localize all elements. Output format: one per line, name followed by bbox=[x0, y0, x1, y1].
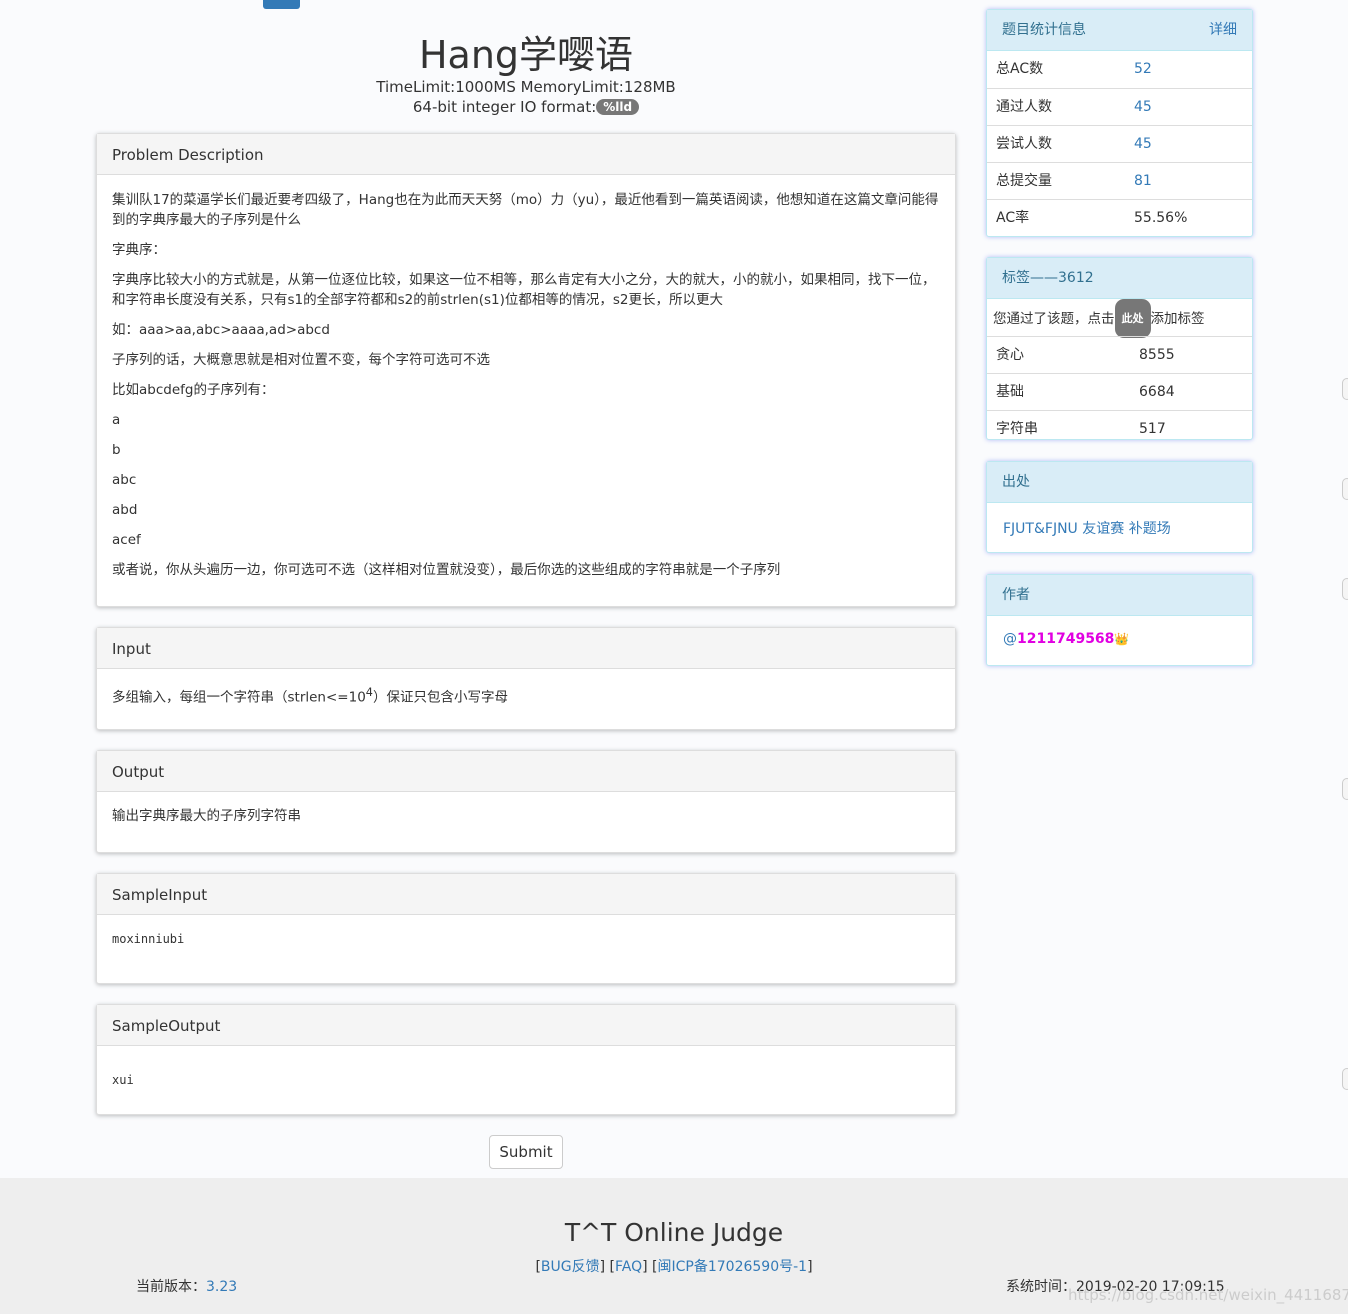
source-heading: 出处 bbox=[987, 462, 1252, 503]
input-body: 多组输入，每组一个字符串（strlen<=104）保证只包含小写字母 bbox=[97, 669, 955, 723]
edge-handle[interactable] bbox=[1342, 1068, 1348, 1090]
description-paragraph: abd bbox=[112, 502, 138, 518]
stat-label: AC率 bbox=[996, 210, 1030, 226]
description-paragraph: b bbox=[112, 442, 121, 458]
tag-label: 基础 bbox=[996, 384, 1024, 400]
io-format-badge: %lld bbox=[596, 99, 640, 115]
output-body: 输出字典序最大的子序列字符串 bbox=[112, 808, 301, 824]
stat-label: 通过人数 bbox=[996, 99, 1052, 115]
sample-input-body: moxinniubi bbox=[112, 932, 185, 946]
author-at: @ bbox=[1003, 631, 1017, 647]
description-paragraph: 字典序： bbox=[112, 242, 166, 258]
tag-label: 贪心 bbox=[996, 347, 1024, 363]
footer: T^T Online Judge [BUG反馈] [FAQ] [闽ICP备170… bbox=[0, 1178, 1348, 1314]
watermark: https://blog.csdn.net/weixin_44116873 bbox=[1068, 1286, 1348, 1304]
sample-output-body: xui bbox=[112, 1073, 134, 1087]
stat-label: 总AC数 bbox=[996, 61, 1044, 77]
description-paragraph: 字典序比较大小的方式就是，从第一位逐位比较，如果这一位不相等，那么肯定有大小之分… bbox=[112, 272, 936, 308]
top-nav-button[interactable] bbox=[263, 0, 300, 9]
tag-row: 基础 6684 bbox=[987, 373, 1252, 410]
author-panel: 作者 @1211749568👑 bbox=[986, 574, 1253, 666]
tag-label: 字符串 bbox=[996, 421, 1038, 437]
faq-link[interactable]: FAQ bbox=[615, 1259, 642, 1275]
description-paragraph: 如：aaa>aa,abc>aaaa,ad>abcd bbox=[112, 322, 330, 338]
tags-note: 您通过了该题，点击 此处 添加标签 bbox=[987, 299, 1252, 338]
author-link[interactable]: 1211749568 bbox=[1017, 631, 1114, 647]
tags-note-tail: 添加标签 bbox=[1150, 311, 1205, 327]
sample-output-panel: SampleOutput xui bbox=[96, 1004, 956, 1115]
stats-row: 总提交量 81 bbox=[987, 162, 1252, 199]
edge-handle[interactable] bbox=[1342, 478, 1348, 500]
edge-handle[interactable] bbox=[1342, 578, 1348, 600]
submit-button[interactable]: Submit bbox=[489, 1135, 563, 1169]
stats-row: AC率 55.56% bbox=[987, 199, 1252, 236]
description-paragraph: 集训队17的菜逼学长们最近要考四级了，Hang也在为此而天天努（mo）力（yu）… bbox=[112, 192, 939, 228]
tags-heading: 标签——3612 bbox=[987, 258, 1252, 299]
io-format-label: 64-bit integer IO format: bbox=[412, 98, 597, 116]
bug-report-link[interactable]: BUG反馈 bbox=[541, 1259, 600, 1275]
input-text-tail: ）保证只包含小写字母 bbox=[372, 689, 508, 706]
description-paragraph: 或者说，你从头遍历一边，你可选可不选（这样相对位置就没变），最后你选的这些组成的… bbox=[112, 562, 781, 578]
output-heading: Output bbox=[97, 751, 955, 792]
add-tag-badge[interactable]: 此处 bbox=[1114, 299, 1151, 338]
version-link[interactable]: 3.23 bbox=[206, 1279, 237, 1295]
problem-title: Hang学嘤语 bbox=[418, 33, 634, 77]
stats-detail-link[interactable]: 详细 bbox=[1209, 10, 1237, 51]
tags-note-text: 您通过了该题，点击 bbox=[993, 311, 1115, 327]
edge-handle[interactable] bbox=[1342, 378, 1348, 400]
description-paragraph: a bbox=[112, 412, 121, 428]
stat-label: 尝试人数 bbox=[996, 136, 1052, 152]
description-paragraph: 子序列的话，大概意思就是相对位置不变，每个字符可选可不选 bbox=[112, 352, 490, 368]
stats-row: 通过人数 45 bbox=[987, 88, 1252, 125]
icp-link[interactable]: 闽ICP备17026590号-1 bbox=[658, 1259, 808, 1275]
tag-row: 贪心 8555 bbox=[987, 336, 1252, 373]
tag-count: 6684 bbox=[1139, 384, 1175, 400]
sample-input-heading: SampleInput bbox=[97, 874, 955, 915]
input-exponent: 4 bbox=[365, 686, 373, 699]
input-text: 多组输入，每组一个字符串（strlen<=10 bbox=[112, 689, 366, 706]
stats-panel: 题目统计信息 详细 总AC数 52 通过人数 45 尝试人数 45 总提交量 81 AC… bbox=[986, 9, 1253, 237]
stat-value-link[interactable]: 81 bbox=[1134, 163, 1152, 200]
crown-icon: 👑 bbox=[1114, 632, 1130, 646]
stat-value-link[interactable]: 52 bbox=[1134, 51, 1152, 88]
description-heading: Problem Description bbox=[97, 134, 955, 175]
description-paragraph: acef bbox=[112, 532, 141, 548]
description-paragraph: 比如abcdefg的子序列有： bbox=[112, 382, 275, 398]
stat-label: 总提交量 bbox=[996, 173, 1052, 189]
source-link[interactable]: FJUT&FJNU 友谊赛 补题场 bbox=[1003, 521, 1171, 537]
description-panel: Problem Description 集训队17的菜逼学长们最近要考四级了，H… bbox=[96, 133, 956, 607]
tag-count: 8555 bbox=[1139, 347, 1175, 363]
source-panel: 出处 FJUT&FJNU 友谊赛 补题场 bbox=[986, 461, 1253, 553]
footer-links: [BUG反馈] [FAQ] [闽ICP备17026590号-1] bbox=[535, 1259, 813, 1275]
stat-value-link[interactable]: 45 bbox=[1134, 126, 1152, 163]
description-body: 集训队17的菜逼学长们最近要考四级了，Hang也在为此而天天努（mo）力（yu）… bbox=[97, 175, 955, 605]
io-format: 64-bit integer IO format: %lld bbox=[96, 98, 956, 116]
stat-value: 55.56% bbox=[1134, 210, 1188, 226]
input-panel: Input 多组输入，每组一个字符串（strlen<=104）保证只包含小写字母 bbox=[96, 627, 956, 730]
problem-limits: TimeLimit:1000MS MemoryLimit:128MB bbox=[376, 78, 676, 96]
tag-row: 字符串 517 bbox=[987, 410, 1252, 447]
tag-count: 517 bbox=[1139, 421, 1166, 437]
footer-title: T^T Online Judge bbox=[564, 1218, 784, 1247]
stats-row: 尝试人数 45 bbox=[987, 125, 1252, 162]
input-heading: Input bbox=[97, 628, 955, 669]
stat-value-link[interactable]: 45 bbox=[1134, 89, 1152, 126]
version-label: 当前版本： bbox=[136, 1279, 206, 1295]
output-panel: Output 输出字典序最大的子序列字符串 bbox=[96, 750, 956, 853]
edge-handle[interactable] bbox=[1342, 778, 1348, 800]
sample-output-heading: SampleOutput bbox=[97, 1005, 955, 1046]
version: 当前版本：3.23 bbox=[136, 1276, 237, 1296]
stats-heading: 题目统计信息 详细 bbox=[987, 10, 1252, 51]
sample-input-panel: SampleInput moxinniubi bbox=[96, 873, 956, 984]
description-paragraph: abc bbox=[112, 472, 137, 488]
stats-title: 题目统计信息 bbox=[1002, 22, 1086, 38]
stats-row: 总AC数 52 bbox=[987, 51, 1252, 88]
tags-panel: 标签——3612 您通过了该题，点击 此处 添加标签 贪心 8555 基础 6684 字… bbox=[986, 257, 1253, 440]
author-heading: 作者 bbox=[987, 575, 1252, 616]
